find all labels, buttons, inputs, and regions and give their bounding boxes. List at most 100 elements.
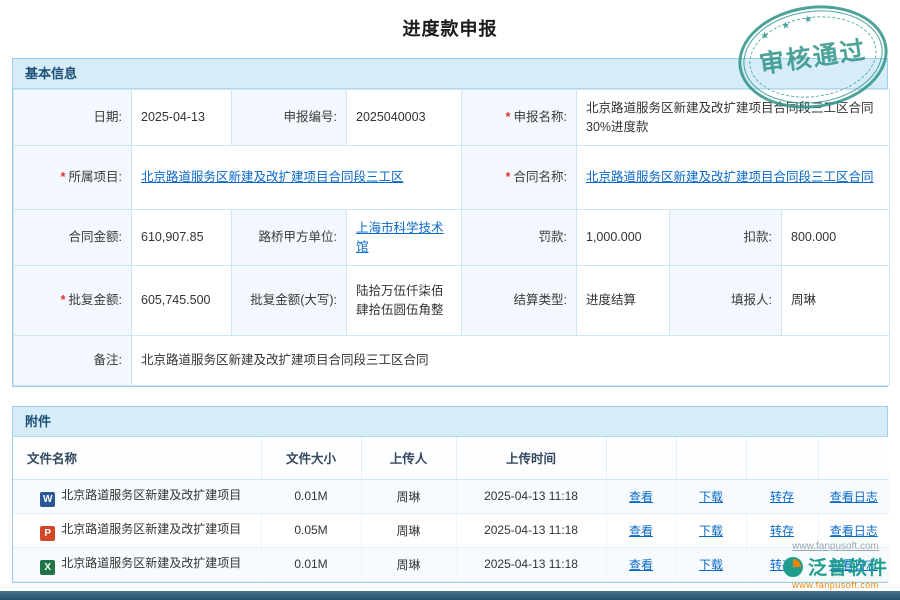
row-project-contract: *所属项目: 北京路道服务区新建及改扩建项目合同段三工区 *合同名称: 北京路道…	[14, 146, 890, 210]
action-cell: 查看日志	[818, 479, 889, 513]
penalty-value: 1,000.000	[577, 210, 670, 266]
view-link[interactable]: 查看	[629, 558, 653, 572]
attachment-row: P 北京路道服务区新建及改扩建项目 0.05M 周琳 2025-04-13 11:…	[13, 513, 889, 547]
party-a-value: 上海市科学技术馆	[347, 210, 462, 266]
save-as-link[interactable]: 转存	[770, 524, 794, 538]
action-cell: 查看	[606, 513, 676, 547]
page: 进度款申报 ★ ★ ★ 审核通过 基本信息 日期: 2025-04-13 申报编…	[0, 0, 900, 600]
col-uploader: 上传人	[361, 437, 456, 479]
file-name: 北京路道服务区新建及改扩建项目	[61, 556, 241, 570]
decl-no-label: 申报编号:	[232, 90, 347, 146]
party-a-link[interactable]: 上海市科学技术馆	[356, 221, 444, 253]
col-action-view	[606, 437, 676, 479]
upload-time: 2025-04-13 11:18	[456, 479, 606, 513]
vendor-url: www.fanpusoft.com	[783, 580, 888, 590]
deduction-value: 800.000	[782, 210, 890, 266]
deduction-label: 扣款:	[670, 210, 782, 266]
footer-bar	[0, 591, 900, 600]
attachments-table: 文件名称 文件大小 上传人 上传时间 W 北京路道服务区新建及改扩建项目 0.01…	[13, 437, 889, 582]
preparer-value: 周琳	[782, 266, 890, 336]
contract-name-link[interactable]: 北京路道服务区新建及改扩建项目合同段三工区合同	[586, 170, 874, 184]
contract-amount-label: 合同金额:	[14, 210, 132, 266]
download-link[interactable]: 下载	[699, 524, 723, 538]
word-file-icon: W	[40, 492, 55, 507]
vendor-watermark-url: www.fanpusoft.com	[783, 541, 888, 552]
uploader: 周琳	[361, 547, 456, 581]
project-link[interactable]: 北京路道服务区新建及改扩建项目合同段三工区	[141, 170, 404, 184]
excel-file-icon: X	[40, 560, 55, 575]
col-file-size: 文件大小	[261, 437, 361, 479]
basic-info-header: 基本信息	[13, 59, 887, 89]
approved-words-label: 批复金额(大写):	[232, 266, 347, 336]
col-action-save	[746, 437, 818, 479]
row-amount-partya-penalty-deduction: 合同金额: 610,907.85 路桥甲方单位: 上海市科学技术馆 罚款: 1,…	[14, 210, 890, 266]
download-link[interactable]: 下载	[699, 558, 723, 572]
uploader: 周琳	[361, 479, 456, 513]
col-action-download	[676, 437, 746, 479]
action-cell: 下载	[676, 479, 746, 513]
contract-amount-value: 610,907.85	[132, 210, 232, 266]
required-asterisk: *	[506, 110, 511, 124]
view-log-link[interactable]: 查看日志	[830, 490, 878, 504]
settlement-type-label: 结算类型:	[462, 266, 577, 336]
remark-value: 北京路道服务区新建及改扩建项目合同段三工区合同	[132, 336, 890, 386]
upload-time: 2025-04-13 11:18	[456, 513, 606, 547]
action-cell: 下载	[676, 547, 746, 581]
uploader: 周琳	[361, 513, 456, 547]
upload-time: 2025-04-13 11:18	[456, 547, 606, 581]
vendor-logo: www.fanpusoft.com 泛普软件 www.fanpusoft.com	[783, 541, 888, 590]
vendor-name: 泛普软件	[808, 553, 888, 580]
col-action-log	[818, 437, 889, 479]
file-name: 北京路道服务区新建及改扩建项目	[61, 488, 241, 502]
row-date-declno-declname: 日期: 2025-04-13 申报编号: 2025040003 *申报名称: 北…	[14, 90, 890, 146]
basic-info-table: 日期: 2025-04-13 申报编号: 2025040003 *申报名称: 北…	[13, 89, 890, 386]
attachments-section: 附件 文件名称 文件大小 上传人 上传时间	[12, 406, 888, 583]
file-name: 北京路道服务区新建及改扩建项目	[61, 522, 241, 536]
contract-name-label: *合同名称:	[462, 146, 577, 210]
download-link[interactable]: 下载	[699, 490, 723, 504]
action-cell: 转存	[746, 479, 818, 513]
save-as-link[interactable]: 转存	[770, 490, 794, 504]
ppt-file-icon: P	[40, 526, 55, 541]
required-asterisk: *	[506, 170, 511, 184]
date-value: 2025-04-13	[132, 90, 232, 146]
attachments-header: 附件	[13, 407, 887, 437]
fanpu-logo-icon	[783, 557, 803, 577]
file-size: 0.01M	[261, 547, 361, 581]
project-value: 北京路道服务区新建及改扩建项目合同段三工区	[132, 146, 462, 210]
row-remark: 备注: 北京路道服务区新建及改扩建项目合同段三工区合同	[14, 336, 890, 386]
decl-name-value: 北京路道服务区新建及改扩建项目合同段三工区合同30%进度款	[577, 90, 890, 146]
penalty-label: 罚款:	[462, 210, 577, 266]
attachments-header-row: 文件名称 文件大小 上传人 上传时间	[13, 437, 889, 479]
decl-no-value: 2025040003	[347, 90, 462, 146]
view-link[interactable]: 查看	[629, 490, 653, 504]
date-label: 日期:	[14, 90, 132, 146]
approved-words-value: 陆拾万伍仟柒佰肆拾伍圆伍角整	[347, 266, 462, 336]
col-file-name: 文件名称	[13, 437, 261, 479]
settlement-type-value: 进度结算	[577, 266, 670, 336]
file-size: 0.05M	[261, 513, 361, 547]
approved-amount-value: 605,745.500	[132, 266, 232, 336]
col-upload-time: 上传时间	[456, 437, 606, 479]
file-name-cell: P 北京路道服务区新建及改扩建项目	[13, 513, 261, 547]
action-cell: 查看	[606, 547, 676, 581]
basic-info-section: 基本信息 日期: 2025-04-13 申报编号: 2025040003 *申报…	[12, 58, 888, 387]
project-label: *所属项目:	[14, 146, 132, 210]
attachment-row: X 北京路道服务区新建及改扩建项目 0.01M 周琳 2025-04-13 11:…	[13, 547, 889, 581]
party-a-label: 路桥甲方单位:	[232, 210, 347, 266]
contract-name-value: 北京路道服务区新建及改扩建项目合同段三工区合同	[577, 146, 890, 210]
file-size: 0.01M	[261, 479, 361, 513]
remark-label: 备注:	[14, 336, 132, 386]
view-link[interactable]: 查看	[629, 524, 653, 538]
action-cell: 下载	[676, 513, 746, 547]
view-log-link[interactable]: 查看日志	[830, 524, 878, 538]
row-approved-settlement-preparer: *批复金额: 605,745.500 批复金额(大写): 陆拾万伍仟柒佰肆拾伍圆…	[14, 266, 890, 336]
file-name-cell: W 北京路道服务区新建及改扩建项目	[13, 479, 261, 513]
attachment-row: W 北京路道服务区新建及改扩建项目 0.01M 周琳 2025-04-13 11:…	[13, 479, 889, 513]
decl-name-label: *申报名称:	[462, 90, 577, 146]
action-cell: 查看	[606, 479, 676, 513]
approved-amount-label: *批复金额:	[14, 266, 132, 336]
required-asterisk: *	[61, 170, 66, 184]
file-name-cell: X 北京路道服务区新建及改扩建项目	[13, 547, 261, 581]
required-asterisk: *	[61, 293, 66, 307]
